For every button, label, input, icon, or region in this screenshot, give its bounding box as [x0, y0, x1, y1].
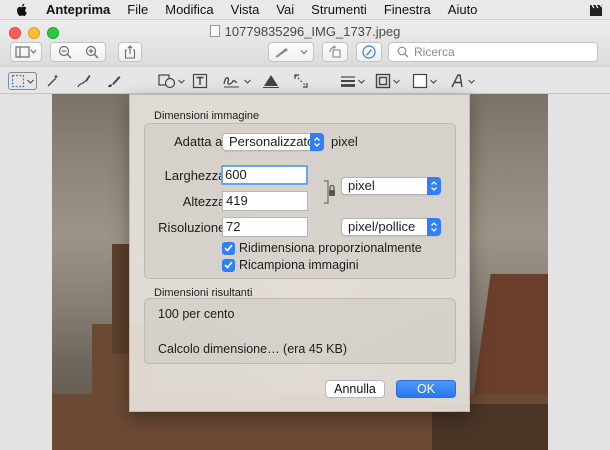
pen-icon	[275, 48, 288, 58]
menu-view[interactable]: Vista	[231, 2, 260, 17]
text-box-icon	[192, 73, 208, 89]
chevron-down-icon	[468, 79, 475, 84]
resolution-unit-value: pixel/pollice	[348, 219, 416, 234]
rotate-button[interactable]	[322, 42, 348, 62]
line-style-tool[interactable]	[340, 72, 365, 90]
search-field[interactable]: Ricerca	[388, 42, 598, 62]
checkmark-icon	[222, 241, 235, 255]
sketch-pen-icon	[77, 75, 91, 88]
width-label: Larghezza:	[164, 168, 229, 183]
fit-popup[interactable]: Personalizzato	[222, 133, 324, 151]
resolution-label: Risoluzione:	[158, 220, 229, 235]
text-style-icon	[451, 74, 463, 88]
share-button[interactable]	[118, 42, 142, 62]
fill-color-tool[interactable]	[412, 72, 437, 90]
adjust-color-icon	[263, 75, 279, 88]
fill-color-icon	[412, 73, 428, 89]
resolution-unit-popup[interactable]: pixel/pollice	[341, 218, 441, 236]
signature-icon	[223, 77, 239, 88]
menu-window[interactable]: Finestra	[384, 2, 431, 17]
shapes-icon	[158, 74, 176, 89]
chevron-down-icon	[300, 50, 308, 55]
markup-toggle-button[interactable]	[356, 42, 382, 62]
zoom-controls	[50, 42, 106, 62]
chevron-down-icon	[178, 79, 185, 84]
resolution-value: 72	[226, 219, 241, 234]
share-icon	[124, 45, 136, 59]
text-tool[interactable]	[192, 72, 208, 90]
rectangular-selection-icon	[11, 74, 25, 88]
shapes-tool[interactable]	[158, 72, 185, 90]
window-title-text: 10779835296_IMG_1737.jpeg	[224, 24, 401, 39]
brush-icon	[108, 76, 121, 88]
image-dimensions-heading: Dimensioni immagine	[154, 110, 260, 122]
search-icon	[397, 46, 409, 58]
magic-wand-icon	[47, 74, 59, 87]
menu-edit[interactable]: Modifica	[165, 2, 213, 17]
adjust-color-tool[interactable]	[262, 72, 280, 90]
size-unit-value: pixel	[348, 178, 375, 193]
popup-stepper-icon	[427, 177, 441, 195]
resize-icon	[294, 74, 308, 88]
draw-tool[interactable]	[106, 72, 122, 90]
adjust-size-tool[interactable]	[293, 72, 309, 90]
clapperboard-icon[interactable]	[588, 2, 604, 18]
sidebar-toggle-button[interactable]	[10, 42, 42, 62]
rotate-icon	[329, 45, 341, 58]
zoom-in-icon[interactable]	[85, 45, 99, 59]
popup-stepper-icon	[310, 133, 324, 151]
menu-tools[interactable]: Strumenti	[311, 2, 367, 17]
height-input[interactable]: 419	[222, 191, 308, 211]
ok-button[interactable]: OK	[396, 380, 456, 398]
menu-go[interactable]: Vai	[276, 2, 294, 17]
chevron-down-icon	[430, 79, 437, 84]
checkmark-icon	[222, 258, 235, 272]
fit-value: Personalizzato	[229, 134, 315, 149]
result-file-size: Calcolo dimensione… (era 45 KB)	[158, 342, 347, 356]
menu-help[interactable]: Aiuto	[448, 2, 478, 17]
window-toolbar: 10779835296_IMG_1737.jpeg Ricerca	[0, 20, 610, 66]
markup-icon	[362, 45, 376, 59]
lock-icon[interactable]	[324, 179, 336, 205]
line-style-icon	[341, 76, 355, 87]
annotate-button[interactable]	[268, 42, 314, 62]
text-style-tool[interactable]	[450, 72, 475, 90]
chevron-down-icon	[358, 79, 365, 84]
chevron-down-icon	[27, 79, 34, 84]
sidebar-icon	[15, 46, 37, 58]
size-unit-popup[interactable]: pixel	[341, 177, 441, 195]
resample-label: Ricampiona immagini	[239, 258, 359, 272]
border-color-tool[interactable]	[375, 72, 400, 90]
scale-proportionally-checkbox[interactable]: Ridimensiona proporzionalmente	[222, 241, 422, 255]
chevron-down-icon	[244, 79, 251, 84]
zoom-out-icon[interactable]	[58, 45, 72, 59]
resolution-input[interactable]: 72	[222, 217, 308, 237]
width-value: 600	[225, 167, 247, 182]
height-label: Altezza:	[182, 194, 229, 209]
result-percent: 100 per cento	[158, 307, 235, 321]
sign-tool[interactable]	[222, 72, 251, 90]
resample-checkbox[interactable]: Ricampiona immagini	[222, 258, 359, 272]
fit-label: Adatta a:	[173, 134, 226, 149]
fit-unit-label: pixel	[331, 134, 358, 149]
selection-tool[interactable]	[8, 72, 37, 90]
instant-alpha-tool[interactable]	[45, 72, 61, 90]
window-title: 10779835296_IMG_1737.jpeg	[0, 24, 610, 39]
menu-bar: Anteprima File Modifica Vista Vai Strume…	[0, 0, 610, 20]
height-value: 419	[226, 193, 248, 208]
scale-proportionally-label: Ridimensiona proporzionalmente	[239, 241, 422, 255]
sketch-tool[interactable]	[76, 72, 92, 90]
cancel-button[interactable]: Annulla	[325, 380, 385, 398]
width-input[interactable]: 600	[221, 165, 308, 185]
menu-file[interactable]: File	[127, 2, 148, 17]
markup-toolbar	[0, 66, 610, 94]
popup-stepper-icon	[427, 218, 441, 236]
apple-icon[interactable]	[14, 2, 30, 18]
search-placeholder: Ricerca	[414, 45, 455, 59]
menu-app-name[interactable]: Anteprima	[46, 2, 110, 17]
adjust-size-dialog: Dimensioni immagine Adatta a: Personaliz…	[129, 94, 470, 412]
border-color-icon	[375, 73, 391, 89]
document-icon	[209, 25, 220, 37]
chevron-down-icon	[393, 79, 400, 84]
